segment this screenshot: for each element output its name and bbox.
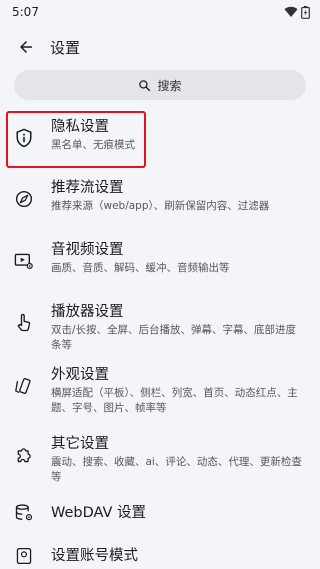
database-settings-icon — [14, 503, 34, 523]
appearance-icon — [14, 376, 34, 396]
search-icon — [139, 79, 151, 91]
search-container: 搜索 — [0, 70, 320, 100]
privacy-shield-icon — [14, 128, 34, 148]
settings-item-privacy[interactable]: 隐私设置 黑名单、无痕模式 — [0, 109, 320, 170]
wifi-icon — [284, 6, 298, 18]
back-button[interactable] — [14, 35, 38, 59]
settings-item-subtitle: 画质、音质、解码、缓冲、音频输出等 — [51, 262, 230, 274]
settings-item-subtitle: 震动、搜索、收藏、ai、评论、动态、代理、更新检查等 — [51, 456, 302, 483]
settings-item-title: 外观设置 — [51, 367, 109, 383]
compass-icon — [14, 189, 34, 209]
settings-item-other[interactable]: 其它设置 震动、搜索、收藏、ai、评论、动态、代理、更新检查等 — [0, 426, 320, 490]
settings-item-title: 其它设置 — [51, 436, 109, 452]
settings-item-webdav[interactable]: WebDAV 设置 — [0, 490, 320, 535]
settings-item-player[interactable]: 播放器设置 双击/长按、全屏、后台播放、弹幕、字幕、底部进度条等 — [0, 294, 320, 357]
settings-item-subtitle: 推荐来源（web/app）、刷新保留内容、过滤器 — [51, 200, 270, 212]
account-icon — [14, 546, 34, 566]
settings-list: 隐私设置 黑名单、无痕模式 推荐流设置 推荐来源（web/app）、刷新保留内容… — [0, 109, 320, 569]
settings-item-feed[interactable]: 推荐流设置 推荐来源（web/app）、刷新保留内容、过滤器 — [0, 170, 320, 232]
settings-item-subtitle: 双击/长按、全屏、后台播放、弹幕、字幕、底部进度条等 — [51, 324, 297, 351]
search-label: 搜索 — [157, 78, 182, 93]
page-title: 设置 — [50, 38, 81, 57]
settings-item-subtitle: 黑名单、无痕模式 — [51, 139, 135, 151]
settings-item-av[interactable]: 音视频设置 画质、音质、解码、缓冲、音频输出等 — [0, 232, 320, 294]
settings-item-title: 设置账号模式 — [51, 548, 138, 564]
settings-item-title: WebDAV 设置 — [51, 504, 147, 521]
settings-item-title: 音视频设置 — [51, 242, 124, 258]
status-bar: 5:07 — [0, 0, 320, 24]
settings-item-title: 播放器设置 — [51, 304, 124, 320]
arrow-back-icon — [20, 41, 32, 53]
settings-item-subtitle: 横屏适配（平板）、侧栏、列宽、首页、动态红点、主题、字号、图片、帧率等 — [51, 387, 298, 414]
status-icons — [284, 5, 310, 19]
search-bar[interactable]: 搜索 — [14, 70, 306, 100]
top-app-bar: 设置 — [0, 24, 320, 70]
settings-item-title: 推荐流设置 — [51, 180, 124, 196]
battery-icon — [301, 5, 310, 19]
settings-item-account-mode[interactable]: 设置账号模式 — [0, 535, 320, 569]
puzzle-icon — [14, 445, 34, 465]
settings-item-appearance[interactable]: 外观设置 横屏适配（平板）、侧栏、列宽、首页、动态红点、主题、字号、图片、帧率等 — [0, 357, 320, 426]
status-time: 5:07 — [12, 5, 39, 19]
settings-item-title: 隐私设置 — [51, 119, 109, 135]
touch-icon — [14, 313, 34, 333]
video-settings-icon — [14, 251, 34, 271]
